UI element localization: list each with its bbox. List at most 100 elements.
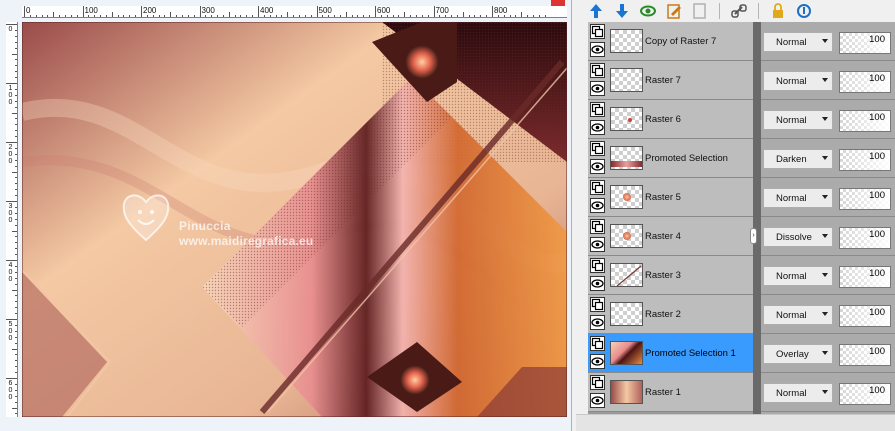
edit-selection-button[interactable] (664, 1, 684, 21)
blend-mode-dropdown[interactable]: Normal (763, 71, 833, 91)
visibility-toggle-button[interactable] (638, 1, 658, 21)
layer-row[interactable]: Raster 5 (588, 178, 753, 217)
ruler-minor-tick (15, 254, 17, 256)
opacity-slider[interactable]: 100 (839, 188, 891, 210)
layer-name: Promoted Selection 1 (645, 348, 736, 359)
move-layer-up-button[interactable] (586, 1, 606, 21)
opacity-slider[interactable]: 100 (839, 71, 891, 93)
layer-type-toggle[interactable] (590, 63, 605, 78)
ruler-minor-tick (59, 15, 61, 17)
ruler-major-tick (492, 6, 493, 17)
layer-type-toggle[interactable] (590, 219, 605, 234)
layer-type-toggle[interactable] (590, 258, 605, 273)
blend-mode-dropdown[interactable]: Normal (763, 383, 833, 403)
opacity-slider[interactable]: 100 (839, 149, 891, 171)
layer-row[interactable]: Promoted Selection 1 (588, 334, 753, 373)
move-layer-down-button[interactable] (612, 1, 632, 21)
opacity-slider[interactable]: 100 (839, 110, 891, 132)
layer-row[interactable]: Raster 6 (588, 100, 753, 139)
blend-mode-dropdown[interactable]: Normal (763, 110, 833, 130)
ruler-minor-tick (12, 230, 17, 232)
blend-mode-dropdown[interactable]: Normal (763, 32, 833, 52)
layer-row[interactable]: Raster 1 (588, 373, 753, 412)
visibility-toggle[interactable] (590, 42, 605, 57)
blend-mode-dropdown[interactable]: Darken (763, 149, 833, 169)
layer-icons (590, 375, 607, 410)
blend-mode-dropdown[interactable]: Overlay (763, 344, 833, 364)
lock-transparency-button[interactable] (768, 1, 788, 21)
ruler-label: 300 (8, 203, 13, 224)
layer-type-toggle[interactable] (590, 180, 605, 195)
blend-mode-value: Normal (776, 310, 807, 321)
link-layers-button[interactable] (729, 1, 749, 21)
visibility-toggle[interactable] (590, 315, 605, 330)
ruler-minor-tick (304, 15, 306, 17)
layer-icons (590, 258, 607, 293)
blend-mode-dropdown[interactable]: Normal (763, 188, 833, 208)
ruler-minor-tick (345, 12, 347, 17)
ruler-minor-tick (468, 15, 470, 17)
ruler-minor-tick (15, 342, 17, 344)
ruler-minor-tick (439, 15, 441, 17)
splitter-collapse-button[interactable]: › (750, 228, 757, 244)
opacity-slider[interactable]: 100 (839, 32, 891, 54)
visibility-toggle[interactable] (590, 354, 605, 369)
layer-row[interactable]: Copy of Raster 7 (588, 22, 753, 61)
toolbar-separator (758, 3, 759, 19)
ruler-minor-tick (193, 15, 195, 17)
ruler-minor-tick (427, 15, 429, 17)
layer-row[interactable]: Raster 2 (588, 295, 753, 334)
properties-button[interactable] (794, 1, 814, 21)
opacity-slider[interactable]: 100 (839, 305, 891, 327)
layer-row[interactable]: Promoted Selection (588, 139, 753, 178)
visibility-toggle[interactable] (590, 276, 605, 291)
layer-type-toggle[interactable] (590, 336, 605, 351)
visibility-toggle[interactable] (590, 393, 605, 408)
ruler-minor-tick (527, 15, 529, 17)
layer-type-toggle[interactable] (590, 24, 605, 39)
ruler-minor-tick (15, 88, 17, 90)
ruler-minor-tick (15, 147, 17, 149)
ruler-minor-tick (538, 15, 540, 17)
ruler-minor-tick (123, 15, 125, 17)
layer-row[interactable]: Raster 3 (588, 256, 753, 295)
visibility-toggle[interactable] (590, 237, 605, 252)
visibility-toggle[interactable] (590, 120, 605, 135)
ruler-minor-tick (252, 15, 254, 17)
opacity-slider[interactable]: 100 (839, 383, 891, 405)
visibility-toggle[interactable] (590, 159, 605, 174)
new-layer-button[interactable] (690, 1, 710, 21)
layer-type-toggle[interactable] (590, 141, 605, 156)
layer-icons (590, 219, 607, 254)
layer-row[interactable]: Raster 7 (588, 61, 753, 100)
palette-splitter[interactable] (753, 22, 761, 414)
ruler-minor-tick (88, 15, 90, 17)
ruler-minor-tick (269, 15, 271, 17)
ruler-minor-tick (228, 12, 230, 17)
ruler-minor-tick (15, 336, 17, 338)
blend-mode-dropdown[interactable]: Normal (763, 305, 833, 325)
layer-type-toggle[interactable] (590, 102, 605, 117)
ruler-minor-tick (15, 313, 17, 315)
ruler-minor-tick (521, 12, 523, 17)
visibility-toggle[interactable] (590, 198, 605, 213)
opacity-slider[interactable]: 100 (839, 266, 891, 288)
layer-type-toggle[interactable] (590, 375, 605, 390)
layer-properties-row: Normal 100 (761, 22, 895, 61)
opacity-slider[interactable]: 100 (839, 227, 891, 249)
ruler-minor-tick (15, 224, 17, 226)
eye-icon (591, 123, 604, 132)
opacity-slider[interactable]: 100 (839, 344, 891, 366)
image-canvas[interactable]: Pinuccia www.maidiregrafica.eu (22, 22, 567, 417)
blend-mode-dropdown[interactable]: Dissolve (763, 227, 833, 247)
visibility-toggle-icon (640, 5, 656, 17)
ruler-label: 100 (8, 85, 13, 106)
layer-type-toggle[interactable] (590, 297, 605, 312)
layer-row[interactable]: Raster 4 (588, 217, 753, 256)
ruler-minor-tick (105, 15, 107, 17)
visibility-toggle[interactable] (590, 81, 605, 96)
ruler-minor-tick (35, 15, 37, 17)
blend-mode-dropdown[interactable]: Normal (763, 266, 833, 286)
layer-thumbnail (610, 107, 643, 131)
ruler-minor-tick (15, 189, 17, 191)
